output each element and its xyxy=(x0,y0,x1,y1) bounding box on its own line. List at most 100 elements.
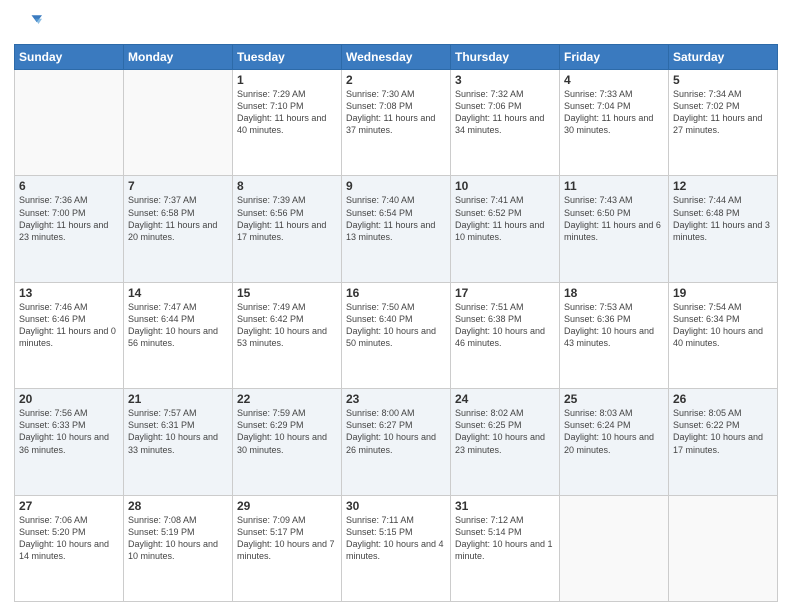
weekday-header: Friday xyxy=(560,45,669,70)
day-number: 28 xyxy=(128,499,228,513)
day-number: 25 xyxy=(564,392,664,406)
day-number: 22 xyxy=(237,392,337,406)
day-number: 24 xyxy=(455,392,555,406)
calendar-cell: 9Sunrise: 7:40 AM Sunset: 6:54 PM Daylig… xyxy=(342,176,451,282)
day-number: 9 xyxy=(346,179,446,193)
calendar-cell: 26Sunrise: 8:05 AM Sunset: 6:22 PM Dayli… xyxy=(669,389,778,495)
header xyxy=(14,10,778,38)
day-number: 5 xyxy=(673,73,773,87)
logo xyxy=(14,10,44,38)
day-info: Sunrise: 7:53 AM Sunset: 6:36 PM Dayligh… xyxy=(564,301,664,350)
day-info: Sunrise: 7:34 AM Sunset: 7:02 PM Dayligh… xyxy=(673,88,773,137)
day-info: Sunrise: 7:57 AM Sunset: 6:31 PM Dayligh… xyxy=(128,407,228,456)
calendar-table: SundayMondayTuesdayWednesdayThursdayFrid… xyxy=(14,44,778,602)
calendar-cell: 29Sunrise: 7:09 AM Sunset: 5:17 PM Dayli… xyxy=(233,495,342,601)
calendar-cell: 4Sunrise: 7:33 AM Sunset: 7:04 PM Daylig… xyxy=(560,70,669,176)
calendar-cell: 20Sunrise: 7:56 AM Sunset: 6:33 PM Dayli… xyxy=(15,389,124,495)
day-number: 11 xyxy=(564,179,664,193)
day-info: Sunrise: 7:30 AM Sunset: 7:08 PM Dayligh… xyxy=(346,88,446,137)
day-number: 4 xyxy=(564,73,664,87)
day-info: Sunrise: 7:37 AM Sunset: 6:58 PM Dayligh… xyxy=(128,194,228,243)
calendar-week-row: 6Sunrise: 7:36 AM Sunset: 7:00 PM Daylig… xyxy=(15,176,778,282)
calendar-cell: 5Sunrise: 7:34 AM Sunset: 7:02 PM Daylig… xyxy=(669,70,778,176)
calendar-cell: 27Sunrise: 7:06 AM Sunset: 5:20 PM Dayli… xyxy=(15,495,124,601)
day-number: 15 xyxy=(237,286,337,300)
day-info: Sunrise: 7:41 AM Sunset: 6:52 PM Dayligh… xyxy=(455,194,555,243)
calendar-cell: 6Sunrise: 7:36 AM Sunset: 7:00 PM Daylig… xyxy=(15,176,124,282)
calendar-cell: 12Sunrise: 7:44 AM Sunset: 6:48 PM Dayli… xyxy=(669,176,778,282)
calendar-cell: 24Sunrise: 8:02 AM Sunset: 6:25 PM Dayli… xyxy=(451,389,560,495)
day-info: Sunrise: 8:00 AM Sunset: 6:27 PM Dayligh… xyxy=(346,407,446,456)
calendar-cell: 30Sunrise: 7:11 AM Sunset: 5:15 PM Dayli… xyxy=(342,495,451,601)
day-info: Sunrise: 8:03 AM Sunset: 6:24 PM Dayligh… xyxy=(564,407,664,456)
day-number: 20 xyxy=(19,392,119,406)
day-number: 23 xyxy=(346,392,446,406)
day-number: 29 xyxy=(237,499,337,513)
calendar-cell: 19Sunrise: 7:54 AM Sunset: 6:34 PM Dayli… xyxy=(669,282,778,388)
calendar-cell: 28Sunrise: 7:08 AM Sunset: 5:19 PM Dayli… xyxy=(124,495,233,601)
day-info: Sunrise: 7:59 AM Sunset: 6:29 PM Dayligh… xyxy=(237,407,337,456)
day-info: Sunrise: 7:08 AM Sunset: 5:19 PM Dayligh… xyxy=(128,514,228,563)
calendar-week-row: 27Sunrise: 7:06 AM Sunset: 5:20 PM Dayli… xyxy=(15,495,778,601)
calendar-cell: 2Sunrise: 7:30 AM Sunset: 7:08 PM Daylig… xyxy=(342,70,451,176)
day-info: Sunrise: 7:46 AM Sunset: 6:46 PM Dayligh… xyxy=(19,301,119,350)
day-info: Sunrise: 7:54 AM Sunset: 6:34 PM Dayligh… xyxy=(673,301,773,350)
logo-icon xyxy=(14,10,42,38)
day-info: Sunrise: 7:56 AM Sunset: 6:33 PM Dayligh… xyxy=(19,407,119,456)
calendar-cell xyxy=(669,495,778,601)
weekday-header: Monday xyxy=(124,45,233,70)
calendar-cell: 8Sunrise: 7:39 AM Sunset: 6:56 PM Daylig… xyxy=(233,176,342,282)
calendar-cell: 11Sunrise: 7:43 AM Sunset: 6:50 PM Dayli… xyxy=(560,176,669,282)
day-info: Sunrise: 7:36 AM Sunset: 7:00 PM Dayligh… xyxy=(19,194,119,243)
calendar-week-row: 20Sunrise: 7:56 AM Sunset: 6:33 PM Dayli… xyxy=(15,389,778,495)
day-info: Sunrise: 7:51 AM Sunset: 6:38 PM Dayligh… xyxy=(455,301,555,350)
calendar-cell: 25Sunrise: 8:03 AM Sunset: 6:24 PM Dayli… xyxy=(560,389,669,495)
calendar-cell: 31Sunrise: 7:12 AM Sunset: 5:14 PM Dayli… xyxy=(451,495,560,601)
day-number: 10 xyxy=(455,179,555,193)
day-number: 14 xyxy=(128,286,228,300)
weekday-header: Tuesday xyxy=(233,45,342,70)
day-number: 19 xyxy=(673,286,773,300)
day-info: Sunrise: 7:49 AM Sunset: 6:42 PM Dayligh… xyxy=(237,301,337,350)
day-info: Sunrise: 7:09 AM Sunset: 5:17 PM Dayligh… xyxy=(237,514,337,563)
day-number: 7 xyxy=(128,179,228,193)
calendar-cell: 23Sunrise: 8:00 AM Sunset: 6:27 PM Dayli… xyxy=(342,389,451,495)
calendar-cell: 16Sunrise: 7:50 AM Sunset: 6:40 PM Dayli… xyxy=(342,282,451,388)
day-number: 30 xyxy=(346,499,446,513)
day-number: 8 xyxy=(237,179,337,193)
calendar-cell xyxy=(15,70,124,176)
day-info: Sunrise: 7:40 AM Sunset: 6:54 PM Dayligh… xyxy=(346,194,446,243)
calendar-cell: 7Sunrise: 7:37 AM Sunset: 6:58 PM Daylig… xyxy=(124,176,233,282)
day-info: Sunrise: 7:50 AM Sunset: 6:40 PM Dayligh… xyxy=(346,301,446,350)
calendar-cell: 21Sunrise: 7:57 AM Sunset: 6:31 PM Dayli… xyxy=(124,389,233,495)
day-number: 13 xyxy=(19,286,119,300)
calendar-cell: 10Sunrise: 7:41 AM Sunset: 6:52 PM Dayli… xyxy=(451,176,560,282)
day-number: 26 xyxy=(673,392,773,406)
weekday-header: Wednesday xyxy=(342,45,451,70)
day-number: 31 xyxy=(455,499,555,513)
day-number: 1 xyxy=(237,73,337,87)
calendar-cell: 15Sunrise: 7:49 AM Sunset: 6:42 PM Dayli… xyxy=(233,282,342,388)
day-number: 3 xyxy=(455,73,555,87)
weekday-header: Sunday xyxy=(15,45,124,70)
day-info: Sunrise: 8:02 AM Sunset: 6:25 PM Dayligh… xyxy=(455,407,555,456)
day-number: 6 xyxy=(19,179,119,193)
day-info: Sunrise: 7:32 AM Sunset: 7:06 PM Dayligh… xyxy=(455,88,555,137)
calendar-week-row: 13Sunrise: 7:46 AM Sunset: 6:46 PM Dayli… xyxy=(15,282,778,388)
day-info: Sunrise: 7:06 AM Sunset: 5:20 PM Dayligh… xyxy=(19,514,119,563)
calendar-week-row: 1Sunrise: 7:29 AM Sunset: 7:10 PM Daylig… xyxy=(15,70,778,176)
day-info: Sunrise: 7:12 AM Sunset: 5:14 PM Dayligh… xyxy=(455,514,555,563)
day-info: Sunrise: 7:43 AM Sunset: 6:50 PM Dayligh… xyxy=(564,194,664,243)
page: SundayMondayTuesdayWednesdayThursdayFrid… xyxy=(0,0,792,612)
calendar-cell: 17Sunrise: 7:51 AM Sunset: 6:38 PM Dayli… xyxy=(451,282,560,388)
day-info: Sunrise: 7:11 AM Sunset: 5:15 PM Dayligh… xyxy=(346,514,446,563)
day-number: 2 xyxy=(346,73,446,87)
calendar-cell: 13Sunrise: 7:46 AM Sunset: 6:46 PM Dayli… xyxy=(15,282,124,388)
day-number: 21 xyxy=(128,392,228,406)
calendar-cell xyxy=(124,70,233,176)
day-info: Sunrise: 7:29 AM Sunset: 7:10 PM Dayligh… xyxy=(237,88,337,137)
weekday-header: Saturday xyxy=(669,45,778,70)
calendar-cell xyxy=(560,495,669,601)
day-number: 27 xyxy=(19,499,119,513)
day-info: Sunrise: 7:44 AM Sunset: 6:48 PM Dayligh… xyxy=(673,194,773,243)
